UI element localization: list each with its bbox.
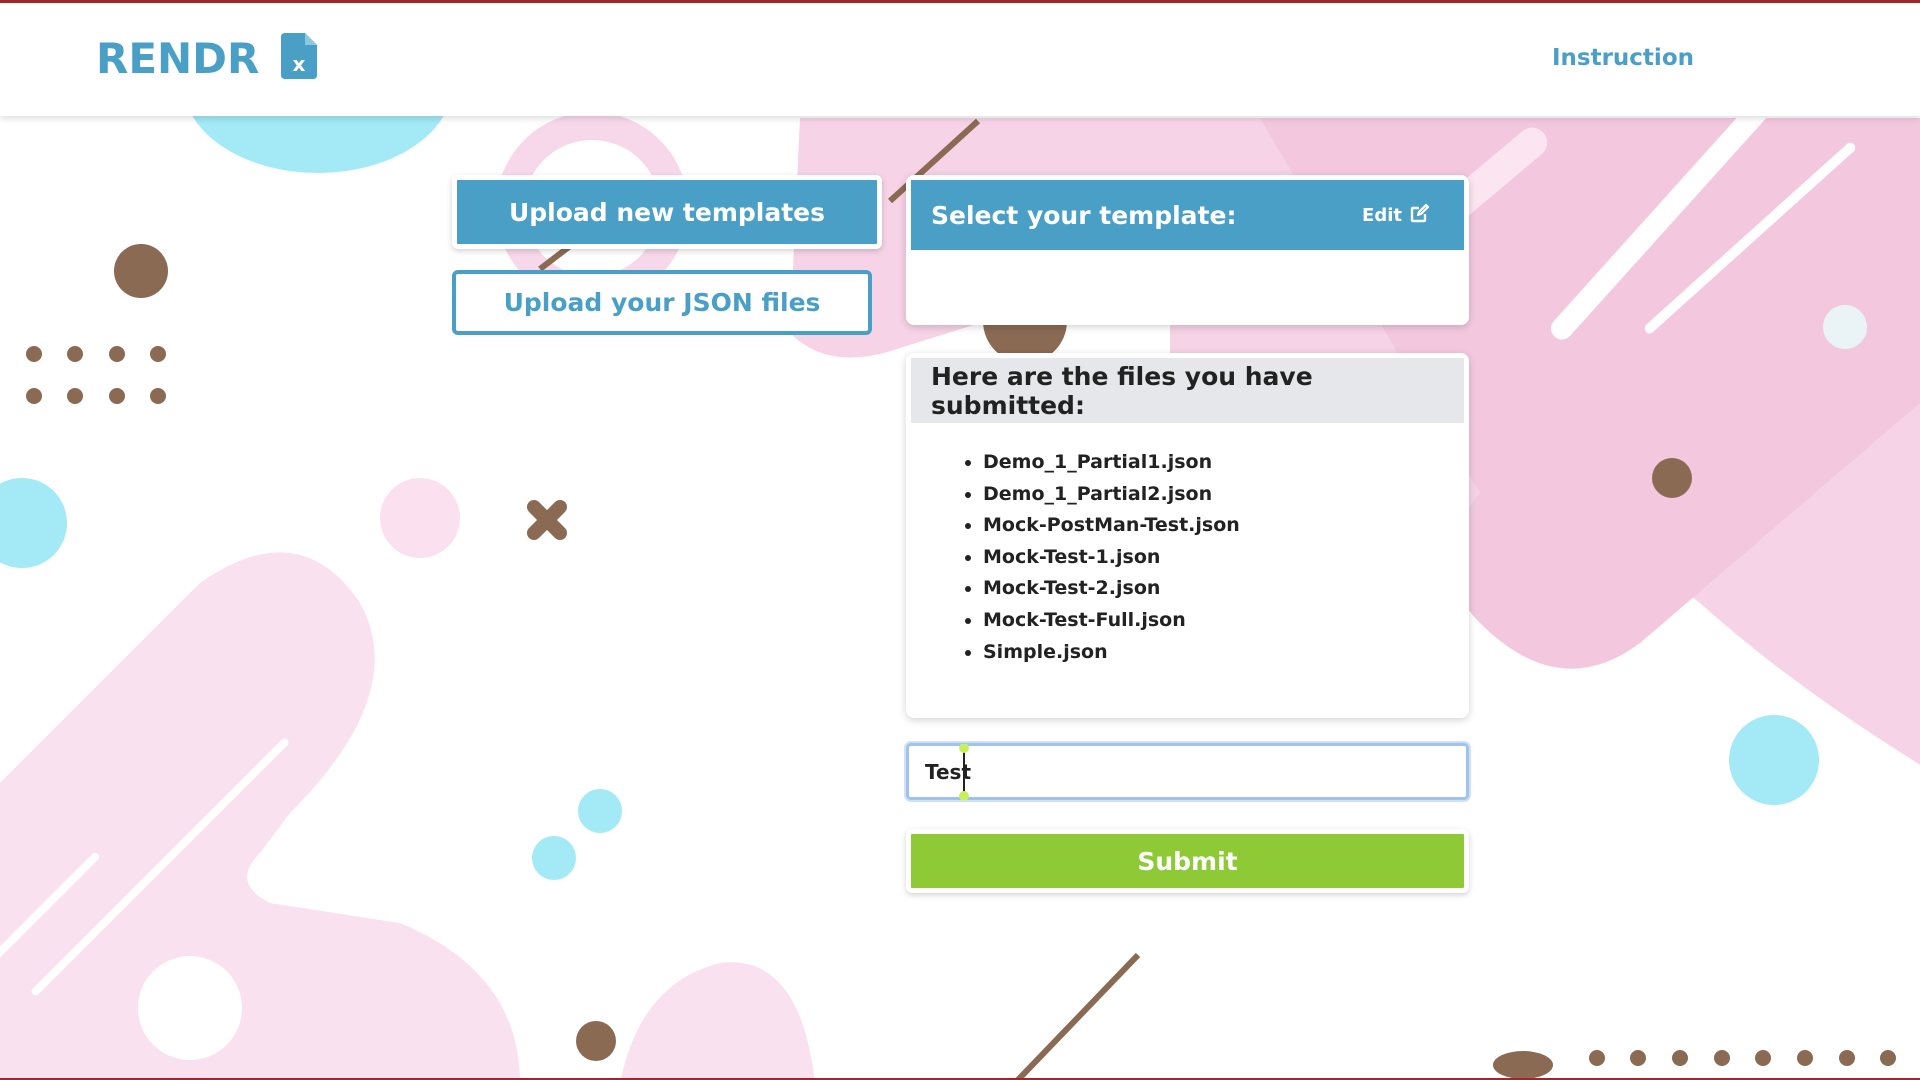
- text-caret-icon: [959, 744, 969, 800]
- template-panel-header: Select your template: Edit: [911, 180, 1464, 250]
- svg-text:x: x: [293, 52, 306, 76]
- brand-logo[interactable]: RENDR x: [96, 33, 318, 83]
- brand-name: RENDR: [96, 33, 260, 83]
- page: RENDR x Instruction Upload new templates…: [0, 0, 1920, 1080]
- upload-json-button[interactable]: Upload your JSON files: [452, 270, 872, 335]
- excel-file-icon: x: [281, 33, 318, 83]
- list-item: Simple.json: [983, 637, 1464, 669]
- list-item: Mock-Test-2.json: [983, 573, 1464, 605]
- edit-icon: [1410, 203, 1430, 228]
- submitted-files-panel: Here are the files you have submitted: D…: [906, 353, 1469, 718]
- list-item: Mock-Test-Full.json: [983, 605, 1464, 637]
- list-item: Demo_1_Partial1.json: [983, 447, 1464, 479]
- template-panel: Select your template: Edit: [906, 175, 1469, 325]
- output-name-input[interactable]: [906, 743, 1469, 800]
- template-panel-title: Select your template:: [931, 200, 1237, 230]
- instruction-link[interactable]: Instruction: [1552, 45, 1694, 71]
- submit-button[interactable]: Submit: [906, 829, 1469, 893]
- upload-templates-button[interactable]: Upload new templates: [452, 175, 882, 249]
- top-navbar: RENDR x Instruction: [0, 3, 1920, 116]
- list-item: Mock-PostMan-Test.json: [983, 510, 1464, 542]
- edit-template-button[interactable]: Edit: [1362, 203, 1430, 228]
- list-item: Demo_1_Partial2.json: [983, 479, 1464, 511]
- submitted-files-list: Demo_1_Partial1.json Demo_1_Partial2.jso…: [911, 447, 1464, 668]
- list-item: Mock-Test-1.json: [983, 542, 1464, 574]
- submitted-files-title: Here are the files you have submitted:: [911, 358, 1464, 423]
- edit-label: Edit: [1362, 204, 1402, 226]
